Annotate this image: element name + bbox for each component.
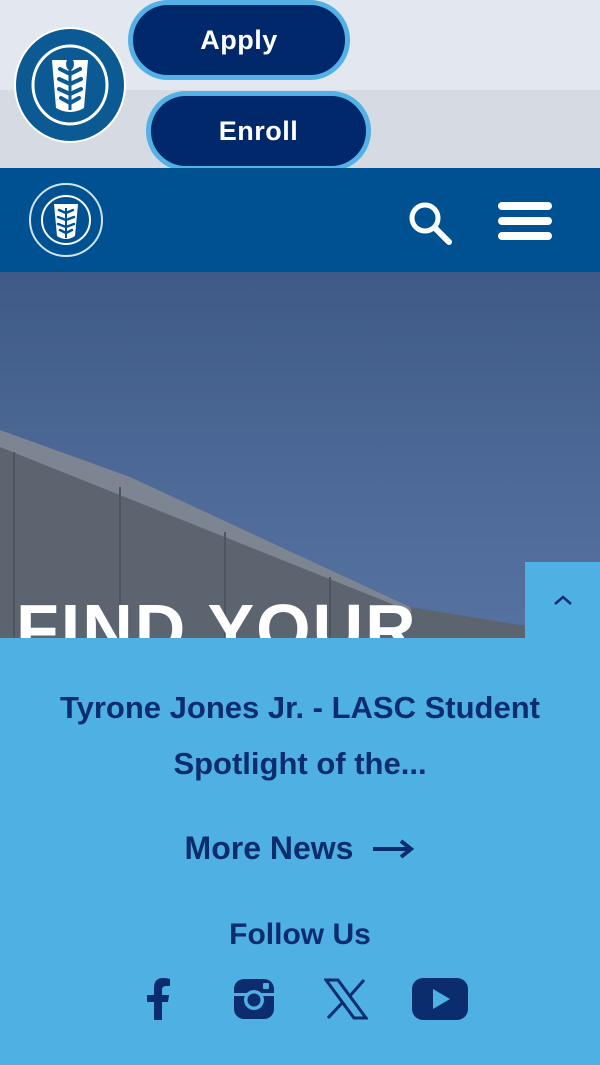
enroll-button[interactable]: Enroll	[146, 91, 371, 171]
hamburger-menu-icon[interactable]	[494, 198, 556, 244]
lacc-seal-home-link[interactable]	[28, 182, 104, 258]
hero-headline: FIND YOUR	[16, 590, 418, 638]
back-to-top-button[interactable]	[525, 562, 600, 638]
facebook-icon[interactable]	[128, 976, 188, 1022]
main-nav-bar	[0, 168, 600, 272]
instagram-icon[interactable]	[224, 976, 284, 1022]
top-bar: Apply Enroll	[0, 0, 600, 171]
news-section: Tyrone Jones Jr. - LASC Student Spotligh…	[0, 638, 600, 1065]
follow-us-heading: Follow Us	[229, 918, 371, 951]
x-icon[interactable]	[316, 976, 376, 1022]
search-icon[interactable]	[404, 198, 456, 246]
lacc-district-seal-logo[interactable]	[12, 26, 128, 144]
arrow-right-icon	[373, 838, 415, 859]
youtube-icon[interactable]	[410, 976, 470, 1022]
more-news-label: More News	[184, 830, 354, 866]
apply-button[interactable]: Apply	[128, 0, 350, 80]
hero-building-photo	[0, 430, 600, 638]
more-news-link[interactable]: More News	[0, 830, 600, 867]
hero-banner: FIND YOUR	[0, 272, 600, 638]
news-headline-link[interactable]: Tyrone Jones Jr. - LASC Student Spotligh…	[30, 680, 570, 792]
chevron-up-icon	[553, 595, 572, 605]
